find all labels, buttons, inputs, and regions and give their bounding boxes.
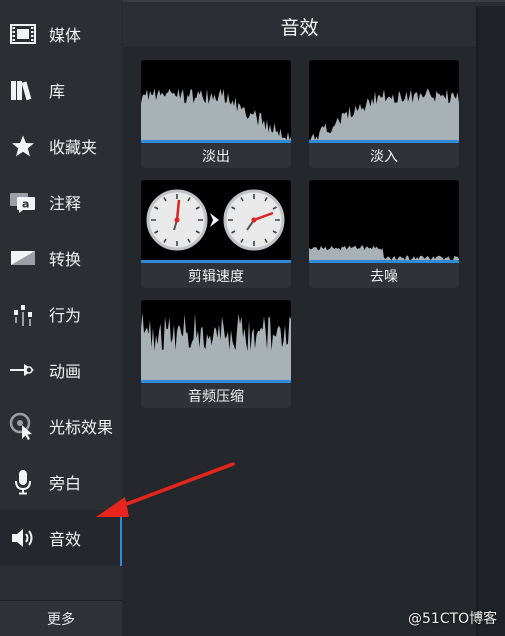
sidebar-item-label: 注释: [49, 194, 82, 213]
sidebar-item-label: 转换: [49, 250, 82, 269]
behavior-icon: [9, 300, 37, 328]
more-button[interactable]: 更多: [0, 601, 122, 636]
animation-arrow-icon: [9, 356, 37, 384]
right-scroll-rail[interactable]: [476, 6, 505, 636]
speaker-icon: [9, 524, 37, 552]
sidebar-item-media[interactable]: 媒体: [0, 6, 122, 62]
star-icon: [9, 132, 37, 160]
sidebar-item-label: 收藏夹: [49, 138, 98, 157]
sidebar-item-voice-narration[interactable]: 旁白: [0, 454, 122, 510]
library-books-icon: [9, 76, 37, 104]
tile-caption: 剪辑速度: [188, 268, 244, 285]
top-accent-line: [123, 0, 505, 2]
effect-tile-fade-in[interactable]: 淡入: [309, 60, 459, 168]
sidebar-item-cursor-effects[interactable]: 光标效果: [0, 398, 122, 454]
sidebar-item-favorites[interactable]: 收藏夹: [0, 118, 122, 174]
film-icon: [9, 20, 37, 48]
sidebar-item-label: 旁白: [49, 474, 82, 493]
sidebar-item-label: 库: [49, 82, 66, 101]
sidebar-item-label: 媒体: [49, 26, 82, 45]
effect-tile-audio-compression[interactable]: 音频压缩: [141, 300, 291, 408]
clip-speed-clocks-icon: [141, 180, 291, 262]
audio-compression-waveform-icon: [141, 300, 291, 382]
watermark: @51CTO博客: [408, 611, 498, 627]
effect-tile-noise-removal[interactable]: 去噪: [309, 180, 459, 288]
sidebar-item-label: 音效: [49, 530, 82, 549]
microphone-icon: [9, 468, 37, 496]
sidebar-item-annotations[interactable]: a 注释: [0, 174, 122, 230]
tile-caption: 去噪: [370, 268, 398, 285]
page-title: 音效: [123, 6, 476, 47]
sidebar-item-library[interactable]: 库: [0, 62, 122, 118]
sidebar-item-label: 行为: [49, 306, 82, 325]
effect-tile-clip-speed[interactable]: 剪辑速度: [141, 180, 291, 288]
fade-out-waveform-icon: [141, 60, 291, 142]
sidebar-item-animations[interactable]: 动画: [0, 342, 122, 398]
svg-text:a: a: [22, 198, 29, 211]
effect-tile-fade-out[interactable]: 淡出: [141, 60, 291, 168]
fade-in-waveform-icon: [309, 60, 459, 142]
annotation-callout-icon: a: [9, 188, 37, 216]
transition-icon: [9, 244, 37, 272]
sidebar-item-audio-effects[interactable]: 音效: [0, 510, 122, 566]
sidebar: 媒体 库 收藏夹 a 注释 转换 行为 动画 光标效果 旁白 音效 更多: [0, 6, 122, 636]
sidebar-item-transitions[interactable]: 转换: [0, 230, 122, 286]
audio-effects-panel: 音效 淡出 淡入 剪辑速度 去噪 音频压缩: [123, 6, 476, 636]
tile-caption: 淡入: [370, 148, 398, 165]
noise-removal-waveform-icon: [309, 180, 459, 262]
tile-caption: 音频压缩: [188, 388, 244, 405]
sidebar-item-label: 动画: [49, 362, 82, 381]
tile-caption: 淡出: [202, 148, 230, 165]
sidebar-item-behaviors[interactable]: 行为: [0, 286, 122, 342]
cursor-effect-icon: [9, 412, 37, 440]
sidebar-item-label: 光标效果: [49, 418, 114, 437]
